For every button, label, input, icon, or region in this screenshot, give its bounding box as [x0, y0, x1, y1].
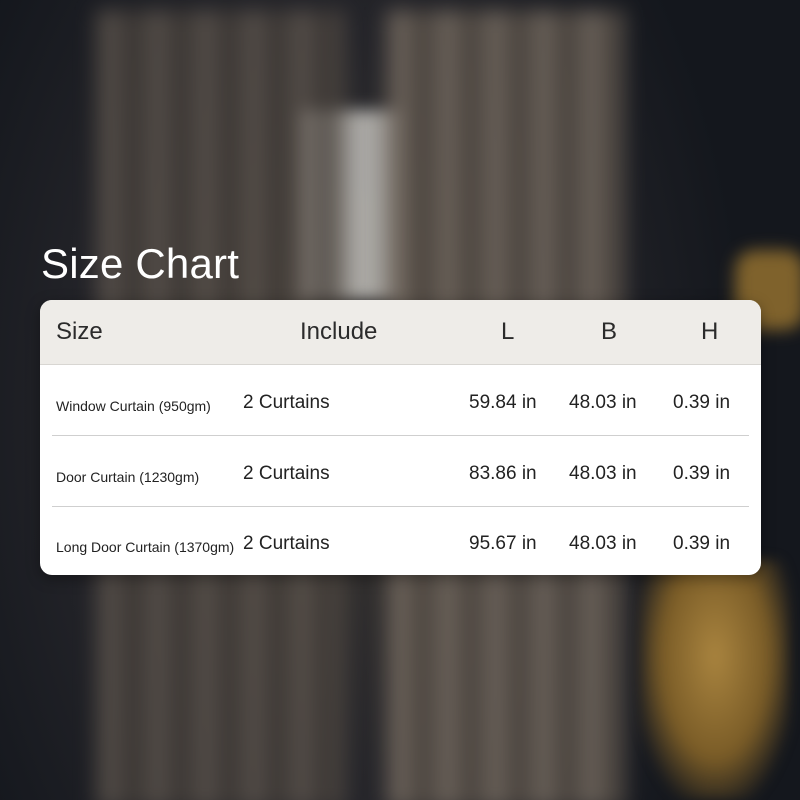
cell-b: 48.03 in [569, 533, 637, 554]
cell-b: 48.03 in [569, 392, 637, 413]
column-header-l: L [501, 318, 515, 345]
cell-h: 0.39 in [673, 533, 731, 554]
cell-include: 2 Curtains [243, 463, 330, 484]
cell-l: 83.86 in [469, 463, 537, 484]
cell-b: 48.03 in [569, 463, 637, 484]
cell-l: 59.84 in [469, 392, 537, 413]
cell-include: 2 Curtains [243, 392, 330, 413]
table-row: Door Curtain (1230gm) 2 Curtains 83.86 i… [52, 436, 749, 507]
cell-l: 95.67 in [469, 533, 537, 554]
cell-size: Door Curtain (1230gm) [56, 469, 200, 485]
cell-include: 2 Curtains [243, 533, 330, 554]
background-lamp [640, 560, 790, 800]
cell-size: Long Door Curtain (1370gm) [56, 539, 235, 555]
column-header-b: B [601, 318, 618, 345]
page-title: Size Chart [41, 240, 240, 287]
column-header-size: Size [56, 318, 103, 345]
table-header: Size Include L B H [40, 300, 761, 365]
cell-h: 0.39 in [673, 392, 731, 413]
table-row: Long Door Curtain (1370gm) 2 Curtains 95… [52, 506, 749, 575]
cell-size: Window Curtain (950gm) [56, 398, 211, 414]
size-table: Size Include L B H Window Curtain (950gm… [40, 300, 761, 575]
column-header-h: H [701, 318, 719, 345]
column-header-include: Include [300, 318, 378, 345]
cell-h: 0.39 in [673, 463, 731, 484]
table-row: Window Curtain (950gm) 2 Curtains 59.84 … [52, 365, 749, 436]
